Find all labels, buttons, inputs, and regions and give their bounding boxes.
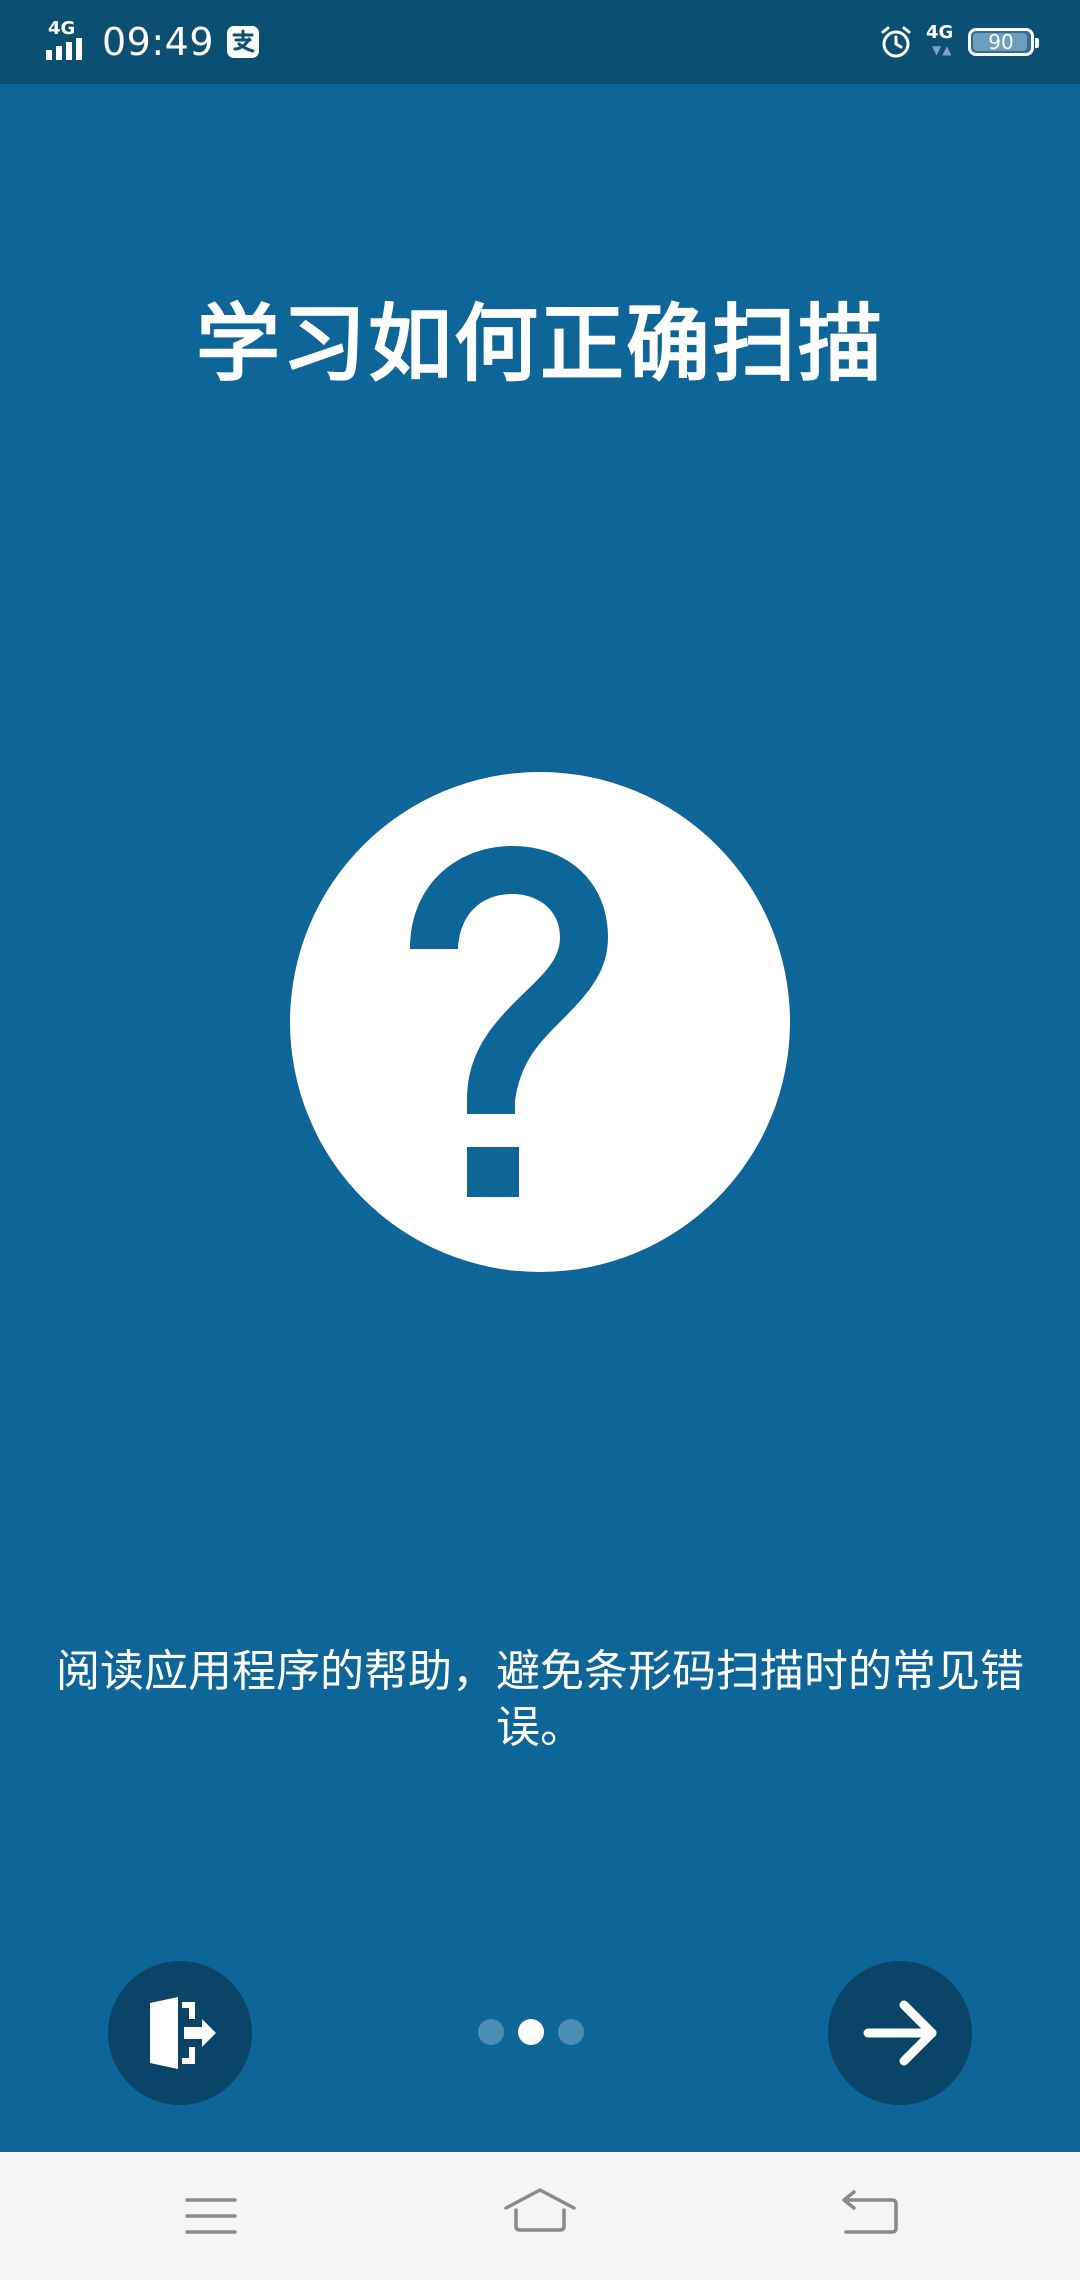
- status-bar: 4G 09:49 4G ▼▲ 90: [0, 0, 1080, 84]
- arrow-right-icon: [863, 2000, 937, 2066]
- page-indicator: [478, 2018, 584, 2046]
- page-dot-2: [518, 2019, 544, 2045]
- page-dot-1: [478, 2019, 504, 2045]
- menu-button[interactable]: [173, 2178, 249, 2254]
- alarm-icon: [881, 26, 911, 58]
- next-button[interactable]: [828, 1961, 972, 2105]
- back-icon: [842, 2190, 898, 2234]
- pay-icon: [227, 26, 260, 58]
- home-button[interactable]: [502, 2178, 578, 2254]
- menu-icon: [185, 2198, 237, 2234]
- onboarding-description: 阅读应用程序的帮助，避免条形码扫描时的常见错误。: [56, 1646, 1024, 1753]
- page-title: 学习如何正确扫描: [195, 295, 884, 393]
- status-right: 4G ▼▲ 90: [878, 20, 1039, 64]
- status-time: 09:49: [102, 20, 215, 64]
- exit-door-icon: [150, 1997, 216, 2069]
- exit-button[interactable]: [108, 1961, 252, 2105]
- page-dot-3: [558, 2019, 584, 2045]
- mobile-data-icon: 4G ▼▲: [926, 22, 954, 57]
- back-button[interactable]: [832, 2178, 908, 2254]
- network-type-right: 4G: [926, 22, 954, 43]
- help-question-icon: [290, 772, 790, 1272]
- system-nav-bar: [0, 2152, 1080, 2280]
- status-left: 4G 09:49: [46, 18, 260, 66]
- battery-level: 90: [988, 30, 1014, 54]
- signal-icon: 4G: [46, 20, 90, 64]
- battery-icon: 90: [968, 28, 1039, 56]
- home-icon: [504, 2188, 576, 2232]
- network-type-left: 4G: [48, 18, 76, 39]
